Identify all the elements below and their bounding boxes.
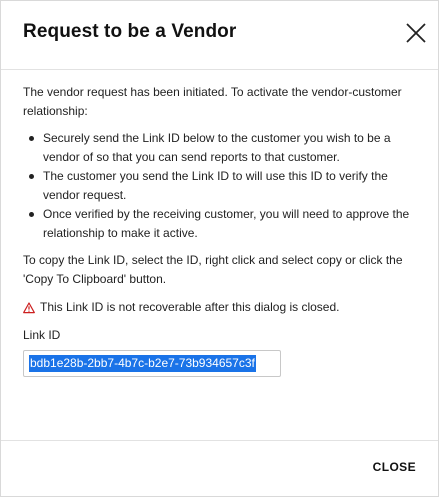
dialog-footer: CLOSE — [1, 440, 438, 497]
step-item: Securely send the Link ID below to the c… — [29, 129, 423, 167]
step-item: The customer you send the Link ID to wil… — [29, 167, 423, 205]
dialog-title: Request to be a Vendor — [23, 21, 237, 42]
dialog-header: Request to be a Vendor — [1, 1, 438, 70]
close-button[interactable]: CLOSE — [373, 460, 416, 474]
copy-instructions: To copy the Link ID, select the ID, righ… — [23, 253, 403, 286]
close-icon[interactable] — [403, 20, 429, 46]
steps-list: Securely send the Link ID below to the c… — [23, 129, 423, 243]
link-id-field-wrapper: bdb1e28b-2bb7-4b7c-b2e7-73b934657c3f — [23, 350, 281, 377]
warning-triangle-icon — [23, 301, 35, 313]
warning-message: This Link ID is not recoverable after th… — [23, 298, 423, 317]
intro-text: The vendor request has been initiated. T… — [23, 85, 402, 118]
request-vendor-dialog: Request to be a Vendor The vendor reques… — [0, 0, 439, 497]
dialog-body: The vendor request has been initiated. T… — [23, 83, 423, 377]
step-item: Once verified by the receiving customer,… — [29, 205, 423, 243]
warning-text: This Link ID is not recoverable after th… — [40, 300, 340, 314]
link-id-field[interactable] — [23, 350, 281, 377]
link-id-label: Link ID — [23, 328, 61, 342]
